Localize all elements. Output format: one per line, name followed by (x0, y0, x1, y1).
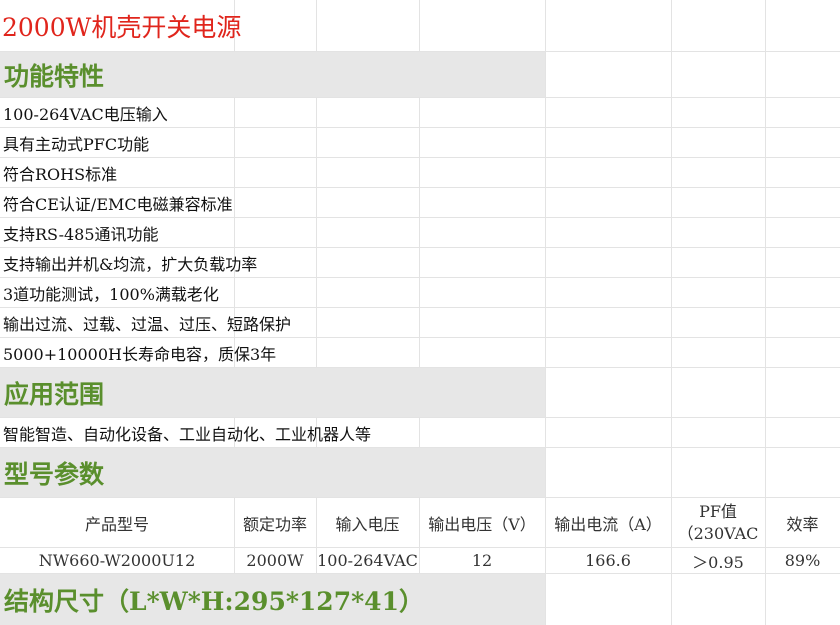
feature-item: 5000+10000H长寿命电容，质保3年 (0, 338, 840, 367)
application-row: 智能智造、自动化设备、工业自动化、工业机器人等 (0, 418, 840, 447)
feature-item: 具有主动式PFC功能 (0, 128, 840, 157)
feature-text: 支持RS-485通讯功能 (3, 224, 159, 244)
header-output-voltage: 输出电压（V） (428, 514, 536, 534)
feature-text: 100-264VAC电压输入 (3, 104, 168, 124)
title-row: 2000W机壳开关电源 (0, 0, 840, 51)
cell-rated-power: 2000W (246, 551, 304, 570)
feature-item: 3道功能测试，100%满载老化 (0, 278, 840, 307)
cell-pf: ＞0.95 (692, 552, 744, 572)
table-header-row: 产品型号 额定功率 输入电压 输出电压（V） 输出电流（A） PF值 （230V… (0, 498, 840, 547)
cell-model: NW660-W2000U12 (38, 551, 196, 570)
section-title: 结构尺寸（L*W*H:295*127*41） (4, 586, 424, 616)
header-input-voltage: 输入电压 (335, 514, 400, 534)
section-application: 应用范围 (0, 368, 545, 417)
cell-output-current: 166.6 (585, 551, 631, 570)
application-text: 智能智造、自动化设备、工业自动化、工业机器人等 (3, 424, 372, 444)
feature-text: 5000+10000H长寿命电容，质保3年 (3, 344, 277, 364)
section-structure: 结构尺寸（L*W*H:295*127*41） (0, 574, 545, 625)
table-row: NW660-W2000U12 2000W 100-264VAC 12 166.6… (0, 548, 840, 573)
header-pf-line2: （230VAC (677, 523, 759, 543)
header-output-current: 输出电流（A） (554, 514, 662, 534)
header-efficiency: 效率 (786, 514, 819, 534)
feature-text: 符合CE认证/EMC电磁兼容标准 (3, 194, 233, 214)
section-title: 功能特性 (4, 61, 105, 91)
feature-text: 符合ROHS标准 (3, 164, 118, 184)
feature-item: 支持输出并机&均流，扩大负载功率 (0, 248, 840, 277)
feature-item: 支持RS-485通讯功能 (0, 218, 840, 247)
section-title: 应用范围 (4, 379, 105, 409)
header-model: 产品型号 (84, 514, 149, 534)
section-features: 功能特性 (0, 52, 545, 97)
feature-item: 输出过流、过载、过温、过压、短路保护 (0, 308, 840, 337)
cell-efficiency: 89% (784, 551, 821, 570)
cell-output-voltage: 12 (471, 551, 493, 570)
feature-item: 符合CE认证/EMC电磁兼容标准 (0, 188, 840, 217)
header-pf-line1: PF值 (699, 501, 737, 521)
header-rated-power: 额定功率 (242, 514, 307, 534)
feature-text: 支持输出并机&均流，扩大负载功率 (3, 254, 258, 274)
page-title: 2000W机壳开关电源 (2, 12, 242, 42)
feature-text: 3道功能测试，100%满载老化 (3, 284, 219, 304)
header-pf: PF值 （230VAC (671, 498, 765, 547)
feature-text: 输出过流、过载、过温、过压、短路保护 (3, 314, 292, 334)
spreadsheet: 2000W机壳开关电源 功能特性 100-264VAC电压输入 具有主动式PFC… (0, 0, 840, 625)
feature-text: 具有主动式PFC功能 (3, 134, 150, 154)
section-model-params: 型号参数 (0, 448, 545, 497)
feature-item: 符合ROHS标准 (0, 158, 840, 187)
feature-item: 100-264VAC电压输入 (0, 98, 840, 127)
section-title: 型号参数 (4, 459, 105, 489)
cell-input-voltage: 100-264VAC (317, 551, 418, 570)
